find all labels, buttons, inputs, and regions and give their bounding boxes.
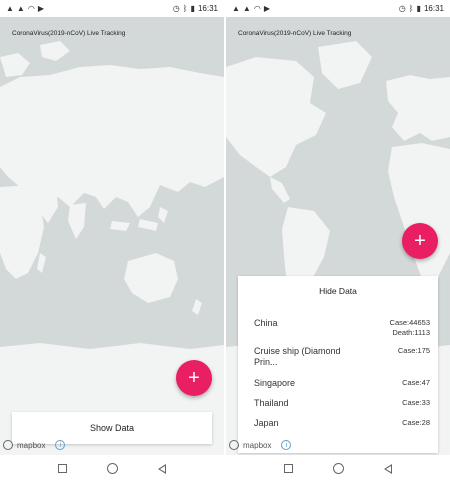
mapbox-text: mapbox bbox=[17, 440, 46, 450]
case-count: Case:175 bbox=[397, 346, 430, 355]
right-screen: ▲ ▲ ◠ ▶ ◷ ᛒ ▮ 16:31 CoronaVirus(2019-nCo… bbox=[226, 0, 450, 482]
signal-icon: ▲ bbox=[16, 3, 25, 13]
data-panel: Hide Data China Case:44653 Death:1113 Cr… bbox=[238, 276, 438, 453]
status-time: 16:31 bbox=[423, 4, 444, 13]
wifi-icon: ◠ bbox=[253, 3, 261, 13]
battery-icon: ▮ bbox=[416, 3, 421, 13]
alarm-icon: ◷ bbox=[398, 3, 406, 13]
show-data-label: Show Data bbox=[89, 423, 135, 433]
recent-apps-square-icon[interactable] bbox=[58, 464, 67, 473]
bluetooth-icon: ᛒ bbox=[408, 3, 414, 13]
back-triangle-icon[interactable] bbox=[384, 463, 392, 474]
hide-data-button[interactable]: Hide Data bbox=[238, 286, 438, 296]
home-circle-icon[interactable] bbox=[333, 463, 344, 474]
navigation-bar bbox=[0, 455, 224, 482]
bluetooth-icon: ᛒ bbox=[182, 3, 188, 13]
mapbox-logo-icon bbox=[3, 440, 13, 450]
left-screen: ▲ ▲ ◠ ▶ ◷ ᛒ ▮ 16:31 CoronaVirus(2019-nCo… bbox=[0, 0, 224, 482]
app-icon: ▶ bbox=[263, 3, 270, 13]
signal-icon: ▲ bbox=[242, 3, 251, 13]
death-count: Death:1113 bbox=[392, 328, 430, 337]
signal-icon: ▲ bbox=[232, 3, 240, 13]
case-count: Case:44653 bbox=[389, 318, 430, 327]
country-name: Thailand bbox=[254, 398, 289, 408]
battery-icon: ▮ bbox=[190, 3, 195, 13]
country-name: Japan bbox=[254, 418, 279, 428]
app-title: CoronaVirus(2019-nCoV) Live Tracking bbox=[12, 30, 126, 37]
mapbox-text: mapbox bbox=[243, 440, 272, 450]
country-name: Cruise ship (Diamond Prin... bbox=[254, 346, 341, 367]
row-stats: Case:47 bbox=[402, 378, 430, 388]
row-stats: Case:33 bbox=[402, 398, 430, 408]
status-bar: ▲ ▲ ◠ ▶ ◷ ᛒ ▮ 16:31 bbox=[0, 0, 224, 17]
plus-icon: + bbox=[188, 367, 200, 389]
mapbox-logo-icon bbox=[229, 440, 239, 450]
recent-apps-square-icon[interactable] bbox=[284, 464, 293, 473]
mapbox-attribution[interactable]: mapbox i bbox=[3, 440, 66, 450]
add-fab-button[interactable]: + bbox=[402, 223, 438, 259]
home-circle-icon[interactable] bbox=[107, 463, 118, 474]
plus-icon: + bbox=[414, 230, 426, 252]
signal-icon: ▲ bbox=[6, 3, 14, 13]
data-row-china[interactable]: China Case:44653 Death:1113 bbox=[238, 318, 438, 348]
country-name: China bbox=[254, 318, 278, 328]
data-row-cruise-ship[interactable]: Cruise ship (Diamond Prin... Case:175 bbox=[238, 346, 438, 376]
info-icon[interactable]: i bbox=[55, 440, 66, 450]
app-title: CoronaVirus(2019-nCoV) Live Tracking bbox=[238, 30, 352, 37]
back-triangle-icon[interactable] bbox=[158, 463, 166, 474]
case-count: Case:33 bbox=[402, 398, 430, 407]
status-time: 16:31 bbox=[197, 4, 218, 13]
world-map[interactable]: CoronaVirus(2019-nCoV) Live Tracking + S… bbox=[0, 17, 224, 455]
country-name: Singapore bbox=[254, 378, 296, 388]
row-stats: Case:28 bbox=[402, 418, 430, 428]
row-stats: Case:44653 Death:1113 bbox=[390, 318, 430, 338]
status-bar: ▲ ▲ ◠ ▶ ◷ ᛒ ▮ 16:31 bbox=[226, 0, 450, 17]
info-icon[interactable]: i bbox=[281, 440, 292, 450]
app-icon: ▶ bbox=[37, 3, 44, 13]
case-count: Case:47 bbox=[402, 378, 430, 387]
world-map[interactable]: CoronaVirus(2019-nCoV) Live Tracking + H… bbox=[226, 17, 450, 455]
alarm-icon: ◷ bbox=[172, 3, 180, 13]
navigation-bar bbox=[226, 455, 450, 482]
case-count: Case:28 bbox=[402, 418, 430, 427]
mapbox-attribution[interactable]: mapbox i bbox=[229, 440, 292, 450]
wifi-icon: ◠ bbox=[27, 3, 35, 13]
row-stats: Case:175 bbox=[398, 346, 430, 356]
add-fab-button[interactable]: + bbox=[176, 360, 212, 396]
